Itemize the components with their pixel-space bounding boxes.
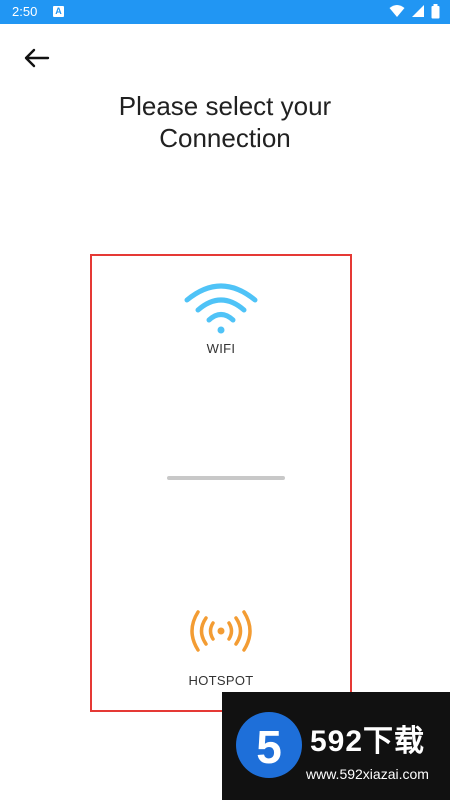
back-button[interactable] xyxy=(22,44,54,72)
hotspot-icon xyxy=(190,610,252,652)
watermark-url: www.592xiazai.com xyxy=(306,766,429,782)
status-icons xyxy=(389,4,440,19)
page-title-line-2: Connection xyxy=(159,123,291,153)
watermark-logo-digit: 5 xyxy=(256,721,282,773)
signal-icon xyxy=(412,5,424,17)
watermark-logo: 5 xyxy=(236,712,302,778)
notification-icon: A xyxy=(53,6,64,17)
divider xyxy=(167,476,285,480)
watermark-brand: 592下载 xyxy=(310,725,426,758)
arrow-left-icon xyxy=(24,48,50,68)
page-title-line-1: Please select your xyxy=(118,91,332,121)
battery-icon xyxy=(431,4,440,19)
wifi-option[interactable]: WIFI xyxy=(92,276,350,368)
wifi-label: WIFI xyxy=(206,341,236,356)
wifi-icon xyxy=(389,5,405,17)
watermark: 5 592下载 www.592xiazai.com xyxy=(222,692,450,800)
page-title: Please select your Connection xyxy=(0,90,450,154)
hotspot-option[interactable]: HOTSPOT xyxy=(92,604,350,696)
status-time: 2:50 xyxy=(12,4,38,19)
wifi-icon xyxy=(184,283,258,334)
connection-card: WIFI HOTSPOT xyxy=(90,254,352,712)
status-bar: 2:50 A xyxy=(0,0,450,24)
hotspot-label: HOTSPOT xyxy=(188,673,254,688)
